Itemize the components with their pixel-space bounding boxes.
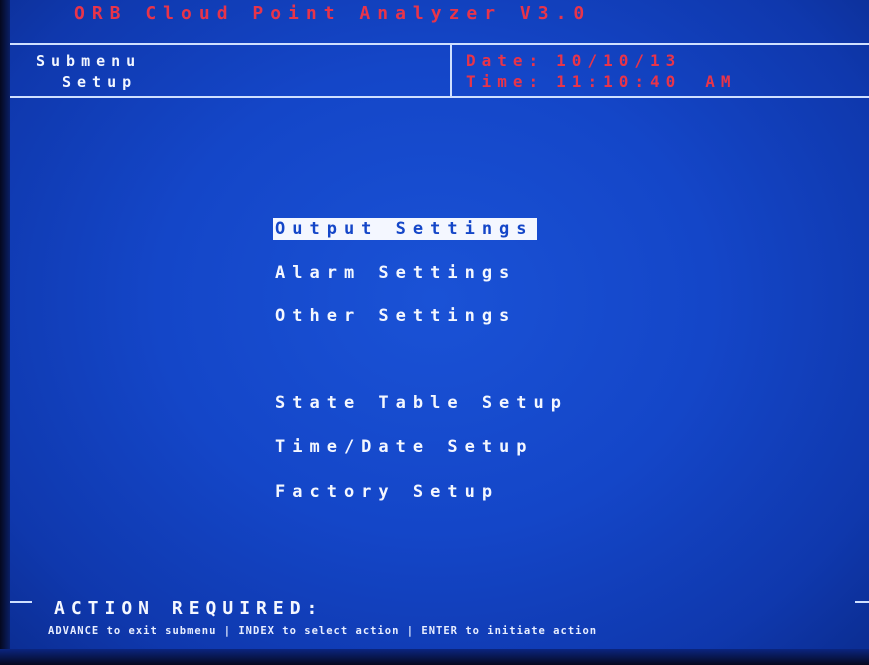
time-readout: Time: 11:10:40 AM <box>466 72 737 91</box>
menu-item-factory-setup[interactable]: Factory Setup <box>273 481 502 503</box>
footer-left-tick <box>10 601 32 603</box>
action-required-title: ACTION REQUIRED: <box>54 598 324 619</box>
submenu-name: Setup <box>62 73 138 91</box>
time-value: 11:10:40 <box>556 72 682 91</box>
footer-right-tick <box>855 601 869 603</box>
date-value: 10/10/13 <box>556 51 682 70</box>
monitor-bezel-bottom <box>0 649 869 665</box>
monitor-bezel-left <box>0 0 10 665</box>
menu-item-state-table-setup[interactable]: State Table Setup <box>273 392 571 414</box>
key-hint: ADVANCE to exit submenu | INDEX to selec… <box>48 625 598 637</box>
time-label: Time: <box>466 72 545 91</box>
app-title: ORB Cloud Point Analyzer V3.0 <box>74 3 592 24</box>
submenu-label: Submenu <box>36 52 142 70</box>
menu-item-time-date-setup[interactable]: Time/Date Setup <box>273 436 537 458</box>
date-label: Date: <box>466 51 545 70</box>
header-center-divider <box>450 43 452 98</box>
menu-item-other-settings[interactable]: Other Settings <box>273 305 519 327</box>
time-ampm: AM <box>705 72 737 91</box>
date-readout: Date: 10/10/13 <box>466 51 681 70</box>
header-bottom-divider <box>10 96 869 98</box>
menu-item-alarm-settings[interactable]: Alarm Settings <box>273 262 519 284</box>
menu-item-output-settings[interactable]: Output Settings <box>273 218 537 240</box>
header-top-divider <box>10 43 869 45</box>
analyzer-screen: ORB Cloud Point Analyzer V3.0 Submenu Se… <box>0 0 869 665</box>
